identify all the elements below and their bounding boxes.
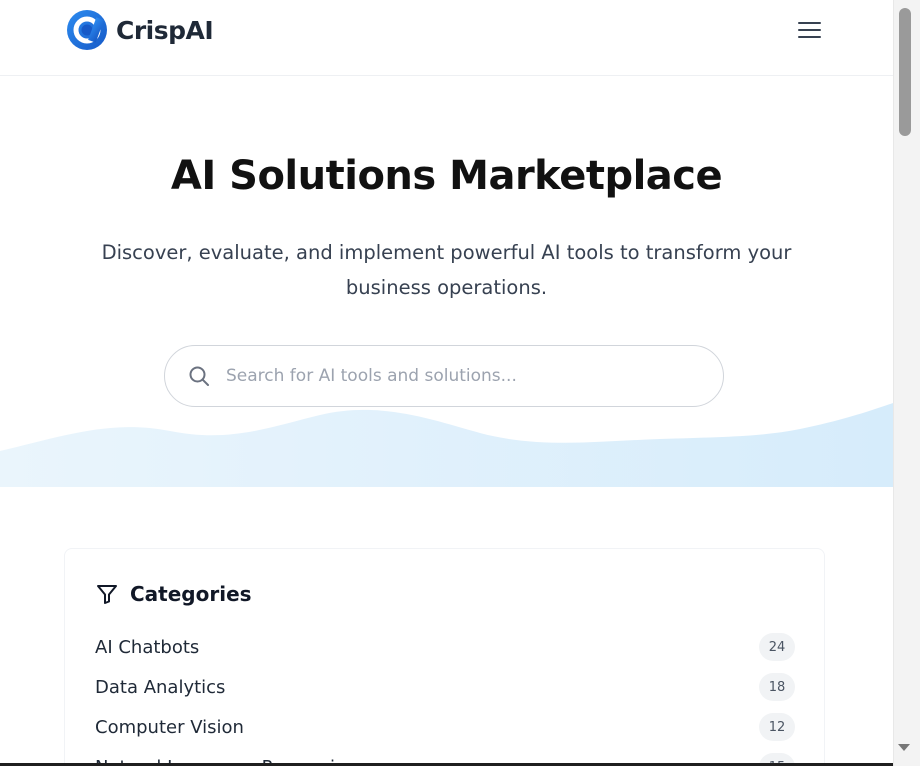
menu-line: [797, 22, 821, 24]
category-item-computer-vision[interactable]: Computer Vision 12: [95, 707, 795, 747]
category-label: Data Analytics: [95, 676, 226, 698]
category-count-badge: 18: [759, 673, 795, 701]
brand-name: CrispAI: [116, 15, 214, 45]
category-item-data-analytics[interactable]: Data Analytics 18: [95, 667, 795, 707]
categories-panel: Categories AI Chatbots 24 Data Analytics…: [64, 548, 825, 766]
categories-header: Categories: [95, 582, 252, 606]
vertical-scrollbar[interactable]: [893, 0, 920, 766]
category-list: AI Chatbots 24 Data Analytics 18 Compute…: [95, 627, 795, 766]
search-bar[interactable]: [164, 345, 724, 407]
brand-logo[interactable]: CrispAI: [66, 9, 214, 51]
site-header: CrispAI: [0, 0, 893, 76]
hamburger-menu-icon[interactable]: [793, 16, 825, 44]
scrollbar-thumb[interactable]: [899, 8, 911, 136]
category-item-ai-chatbots[interactable]: AI Chatbots 24: [95, 627, 795, 667]
categories-title: Categories: [130, 582, 252, 606]
scroll-down-arrow-icon[interactable]: [898, 744, 910, 751]
filter-icon: [97, 585, 117, 604]
category-count-badge: 12: [759, 713, 795, 741]
hero-section: AI Solutions Marketplace Discover, evalu…: [0, 77, 893, 487]
menu-line: [797, 36, 821, 38]
search-input[interactable]: [226, 366, 686, 386]
category-label: AI Chatbots: [95, 636, 200, 658]
page: CrispAI AI Solutions Marketplace Discove…: [0, 0, 893, 766]
category-count-badge: 24: [759, 633, 795, 661]
category-label: Computer Vision: [95, 716, 244, 738]
page-title: AI Solutions Marketplace: [170, 153, 723, 199]
search-icon: [189, 366, 209, 386]
crispai-logo-icon: [67, 10, 107, 50]
menu-line: [797, 29, 821, 31]
page-subtitle: Discover, evaluate, and implement powerf…: [101, 241, 792, 299]
